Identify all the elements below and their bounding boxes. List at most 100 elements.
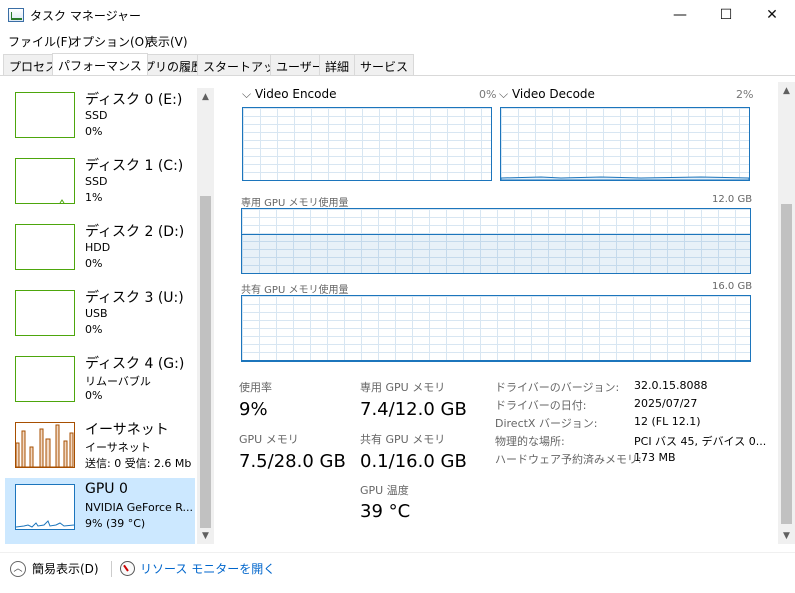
resource-monitor-label: リソース モニターを開く (140, 562, 276, 576)
device-item-disk1[interactable]: ディスク 1 (C:) SSD 1% (5, 152, 195, 218)
driver-date-value: 2025/07/27 (634, 397, 698, 410)
scroll-thumb[interactable] (781, 204, 792, 524)
device-type: リムーバブル (85, 375, 151, 388)
device-type: NVIDIA GeForce R... (85, 501, 194, 514)
video-encode-graph (242, 107, 492, 181)
device-type: SSD (85, 109, 108, 122)
disk2-thumbnail-graph (15, 224, 75, 270)
gpu-detail-panel: ⌵ Video Encode 0% ⌵ Video Decode 2% 専用 G… (230, 77, 778, 545)
dedicated-memory-graph (241, 208, 751, 274)
shared-memory-fill (242, 360, 750, 361)
gpu-temperature-value: 39 °C (360, 501, 411, 522)
device-item-disk0[interactable]: ディスク 0 (E:) SSD 0% (5, 86, 195, 152)
chevron-down-icon: ⌵ (242, 87, 252, 101)
video-encode-title: Video Encode (254, 87, 337, 101)
device-list-scrollbar[interactable]: ▲ ▼ (197, 88, 214, 544)
gpu-temperature-label: GPU 温度 (360, 484, 409, 497)
window-title: タスク マネージャー (30, 9, 141, 23)
shared-memory-graph-label: 共有 GPU メモリ使用量 (241, 285, 349, 296)
dedicated-memory-value: 7.4/12.0 GB (360, 399, 467, 420)
usage-value: 9% (239, 399, 268, 420)
tab-services[interactable]: サービス (354, 54, 415, 75)
device-usage: 0% (85, 323, 103, 336)
scroll-down-arrow-icon[interactable]: ▼ (197, 527, 214, 544)
device-usage: 0% (85, 389, 103, 402)
device-name: ディスク 3 (U:) (85, 290, 184, 306)
task-manager-icon (8, 8, 24, 22)
video-decode-title: Video Decode (511, 87, 595, 101)
gpu-memory-value: 7.5/28.0 GB (239, 451, 346, 472)
directx-version-label: DirectX バージョン: (495, 417, 598, 430)
shared-memory-graph (241, 295, 751, 362)
device-type: USB (85, 307, 108, 320)
device-name: ディスク 4 (G:) (85, 356, 185, 372)
directx-version-value: 12 (FL 12.1) (634, 415, 701, 428)
dedicated-memory-graph-label: 専用 GPU メモリ使用量 (241, 198, 349, 209)
dedicated-memory-fill (242, 233, 750, 273)
driver-date-label: ドライバーの日付: (495, 399, 587, 412)
driver-version-value: 32.0.15.8088 (634, 379, 708, 392)
physical-location-label: 物理的な場所: (495, 435, 565, 448)
open-resource-monitor-link[interactable]: リソース モニターを開く (120, 560, 275, 577)
device-type: イーサネット (85, 441, 151, 454)
chevron-down-icon: ⌵ (499, 87, 509, 101)
shared-memory-label: 共有 GPU メモリ (360, 433, 446, 446)
fewer-details-label: 簡易表示(D) (32, 562, 99, 576)
device-item-gpu0[interactable]: GPU 0 NVIDIA GeForce R... 9% (39 °C) (5, 478, 195, 544)
scroll-down-arrow-icon[interactable]: ▼ (778, 527, 795, 544)
tab-bar: プロセス パフォーマンス アプリの履歴 スタートアップ ユーザー 詳細 サービス (0, 53, 795, 76)
disk1-thumbnail-graph (15, 158, 75, 204)
video-encode-header[interactable]: ⌵ Video Encode (242, 87, 337, 102)
footer-divider (111, 561, 112, 577)
device-type: SSD (85, 175, 108, 188)
device-usage: 0% (85, 125, 103, 138)
dedicated-memory-label: 専用 GPU メモリ (360, 381, 446, 394)
usage-label: 使用率 (239, 381, 272, 394)
scroll-up-arrow-icon[interactable]: ▲ (778, 82, 795, 99)
detail-panel-scrollbar[interactable]: ▲ ▼ (778, 82, 795, 544)
fewer-details-button[interactable]: ︿ 簡易表示(D) (10, 560, 99, 577)
gpu-memory-label: GPU メモリ (239, 433, 299, 446)
disk3-thumbnail-graph (15, 290, 75, 336)
video-decode-header[interactable]: ⌵ Video Decode (499, 87, 595, 102)
tab-performance[interactable]: パフォーマンス (52, 53, 148, 75)
device-usage: 送信: 0 受信: 2.6 Mb (85, 457, 192, 470)
menu-options[interactable]: オプション(O) (70, 33, 149, 50)
device-list: ディスク 0 (E:) SSD 0% ディスク 1 (C:) SSD 1% ディ… (0, 77, 213, 545)
video-decode-percent: 2% (736, 88, 754, 101)
resource-monitor-icon (120, 561, 135, 576)
physical-location-value: PCI バス 45, デバイス 0... (634, 435, 767, 448)
driver-version-label: ドライバーのバージョン: (495, 381, 620, 394)
chevron-up-circle-icon: ︿ (10, 560, 26, 577)
menu-bar: ファイル(F) オプション(O) 表示(V) (0, 30, 795, 52)
device-usage: 1% (85, 191, 103, 204)
device-item-disk3[interactable]: ディスク 3 (U:) USB 0% (5, 284, 195, 350)
device-name: ディスク 0 (E:) (85, 92, 183, 108)
video-decode-graph (500, 107, 750, 181)
device-item-disk2[interactable]: ディスク 2 (D:) HDD 0% (5, 218, 195, 284)
reserved-memory-value: 173 MB (634, 451, 676, 464)
device-name: ディスク 1 (C:) (85, 158, 184, 174)
reserved-memory-label: ハードウェア予約済みメモリ: (495, 453, 642, 466)
tab-details[interactable]: 詳細 (319, 54, 356, 75)
menu-file[interactable]: ファイル(F) (8, 33, 72, 50)
device-item-ethernet[interactable]: イーサネット イーサネット 送信: 0 受信: 2.6 Mb (5, 416, 195, 482)
device-usage: 0% (85, 257, 103, 270)
device-usage: 9% (39 °C) (85, 517, 146, 530)
scroll-up-arrow-icon[interactable]: ▲ (197, 88, 214, 105)
gpu0-thumbnail-graph (15, 484, 75, 530)
menu-view[interactable]: 表示(V) (146, 33, 188, 50)
disk4-thumbnail-graph (15, 356, 75, 402)
device-name: イーサネット (85, 422, 169, 438)
bottom-bar: ︿ 簡易表示(D) リソース モニターを開く (0, 552, 795, 593)
title-bar: タスク マネージャー — ☐ ✕ (0, 0, 795, 30)
video-encode-percent: 0% (479, 88, 497, 101)
shared-memory-value: 0.1/16.0 GB (360, 451, 467, 472)
close-button[interactable]: ✕ (749, 0, 795, 30)
shared-memory-graph-max: 16.0 GB (712, 281, 753, 292)
device-type: HDD (85, 241, 111, 254)
maximize-button[interactable]: ☐ (703, 0, 749, 30)
minimize-button[interactable]: — (657, 0, 703, 30)
scroll-thumb[interactable] (200, 196, 211, 528)
device-item-disk4[interactable]: ディスク 4 (G:) リムーバブル 0% (5, 350, 195, 416)
